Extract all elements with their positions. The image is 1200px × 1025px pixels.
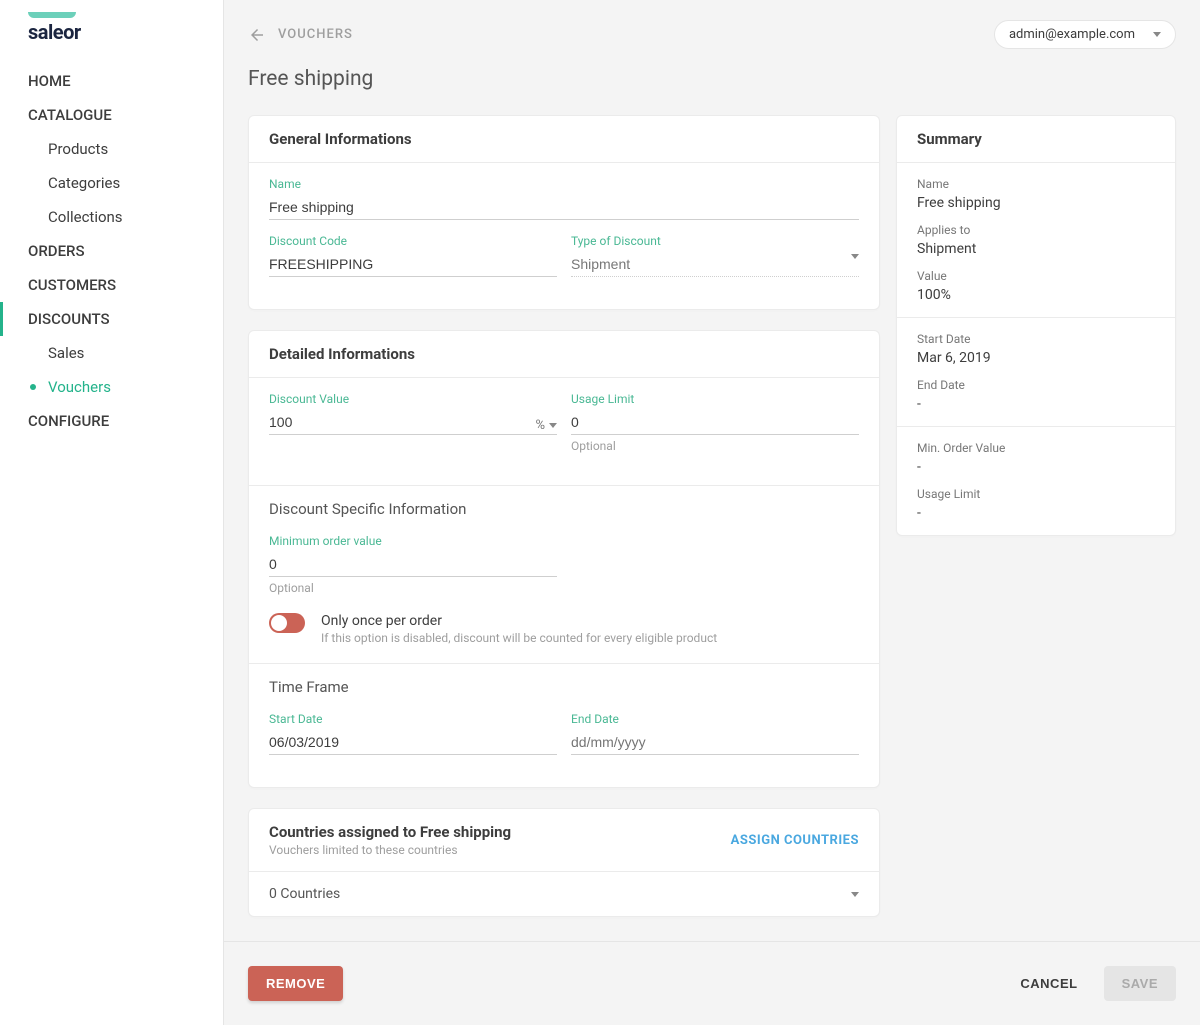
- summary-minorder-label: Min. Order Value: [917, 441, 1155, 455]
- remove-button[interactable]: REMOVE: [248, 966, 343, 1001]
- assign-countries-button[interactable]: ASSIGN COUNTRIES: [731, 833, 859, 848]
- detailed-heading: Detailed Informations: [249, 331, 879, 378]
- nav-products[interactable]: Products: [0, 132, 223, 166]
- logo-swoosh-icon: [28, 12, 76, 18]
- footer-bar: REMOVE CANCEL SAVE: [224, 941, 1200, 1025]
- countries-heading: Countries assigned to Free shipping: [269, 823, 511, 841]
- discount-type-label: Type of Discount: [571, 234, 859, 248]
- usage-limit-helper: Optional: [571, 439, 859, 453]
- chevron-down-icon: [851, 254, 859, 259]
- discount-specific-heading: Discount Specific Information: [269, 500, 859, 518]
- nav-collections[interactable]: Collections: [0, 200, 223, 234]
- summary-name-label: Name: [917, 177, 1155, 191]
- breadcrumb[interactable]: VOUCHERS: [248, 26, 353, 44]
- summary-enddate-label: End Date: [917, 378, 1155, 392]
- nav-orders[interactable]: ORDERS: [0, 234, 223, 268]
- summary-name-value: Free shipping: [917, 195, 1155, 211]
- min-order-helper: Optional: [269, 581, 557, 595]
- summary-startdate-label: Start Date: [917, 332, 1155, 346]
- discount-value-input[interactable]: [269, 410, 557, 435]
- breadcrumb-label: VOUCHERS: [278, 27, 353, 42]
- once-per-order-toggle[interactable]: [269, 613, 305, 633]
- chevron-down-icon: [1153, 32, 1161, 37]
- summary-value-label: Value: [917, 269, 1155, 283]
- sidebar: saleor HOME CATALOGUE Products Categorie…: [0, 0, 223, 1025]
- discount-type-select[interactable]: [571, 252, 859, 277]
- nav-categories[interactable]: Categories: [0, 166, 223, 200]
- name-label: Name: [269, 177, 859, 191]
- nav-discounts[interactable]: DISCOUNTS: [0, 302, 223, 336]
- countries-count: 0 Countries: [269, 886, 340, 902]
- discount-unit: %: [535, 418, 545, 433]
- end-date-label: End Date: [571, 712, 859, 726]
- end-date-input[interactable]: [571, 730, 859, 755]
- general-informations-card: General Informations Name Discount Code …: [248, 115, 880, 310]
- summary-applies-value: Shipment: [917, 241, 1155, 257]
- summary-enddate-value: -: [917, 396, 1155, 412]
- summary-usage-value: -: [917, 505, 1155, 521]
- general-heading: General Informations: [249, 116, 879, 163]
- discount-code-input[interactable]: [269, 252, 557, 277]
- usage-limit-label: Usage Limit: [571, 392, 859, 406]
- countries-dropdown[interactable]: 0 Countries: [249, 872, 879, 916]
- user-menu[interactable]: admin@example.com: [994, 20, 1176, 49]
- user-email: admin@example.com: [1009, 27, 1135, 42]
- main-content: VOUCHERS admin@example.com Free shipping…: [223, 0, 1200, 1025]
- detailed-informations-card: Detailed Informations Discount Value % .: [248, 330, 880, 788]
- summary-card: Summary Name Free shipping Applies to Sh…: [896, 115, 1176, 536]
- min-order-label: Minimum order value: [269, 534, 557, 548]
- logo: saleor: [28, 12, 223, 44]
- start-date-input[interactable]: [269, 730, 557, 755]
- countries-sub: Vouchers limited to these countries: [269, 843, 511, 857]
- summary-startdate-value: Mar 6, 2019: [917, 350, 1155, 366]
- summary-heading: Summary: [897, 116, 1175, 163]
- chevron-down-icon: [851, 892, 859, 897]
- topbar: VOUCHERS admin@example.com: [224, 0, 1200, 49]
- nav-catalogue[interactable]: CATALOGUE: [0, 98, 223, 132]
- nav-configure[interactable]: CONFIGURE: [0, 404, 223, 438]
- discount-code-label: Discount Code: [269, 234, 557, 248]
- arrow-left-icon: [248, 26, 266, 44]
- summary-applies-label: Applies to: [917, 223, 1155, 237]
- once-per-order-sub: If this option is disabled, discount wil…: [321, 631, 717, 645]
- min-order-input[interactable]: [269, 552, 557, 577]
- page-title: Free shipping: [224, 49, 1200, 115]
- countries-card: Countries assigned to Free shipping Vouc…: [248, 808, 880, 917]
- chevron-down-icon[interactable]: [549, 423, 557, 428]
- summary-minorder-value: -: [917, 459, 1155, 475]
- start-date-label: Start Date: [269, 712, 557, 726]
- summary-usage-label: Usage Limit: [917, 487, 1155, 501]
- once-per-order-title: Only once per order: [321, 613, 717, 629]
- discount-value-label: Discount Value: [269, 392, 557, 406]
- usage-limit-input[interactable]: [571, 410, 859, 435]
- nav-vouchers[interactable]: Vouchers: [0, 370, 223, 404]
- nav-home[interactable]: HOME: [0, 64, 223, 98]
- nav-sales[interactable]: Sales: [0, 336, 223, 370]
- name-input[interactable]: [269, 195, 859, 220]
- logo-text: saleor: [28, 20, 223, 44]
- cancel-button[interactable]: CANCEL: [1002, 966, 1095, 1001]
- nav-customers[interactable]: CUSTOMERS: [0, 268, 223, 302]
- save-button[interactable]: SAVE: [1104, 966, 1176, 1001]
- time-frame-heading: Time Frame: [269, 678, 859, 696]
- summary-value-value: 100%: [917, 287, 1155, 303]
